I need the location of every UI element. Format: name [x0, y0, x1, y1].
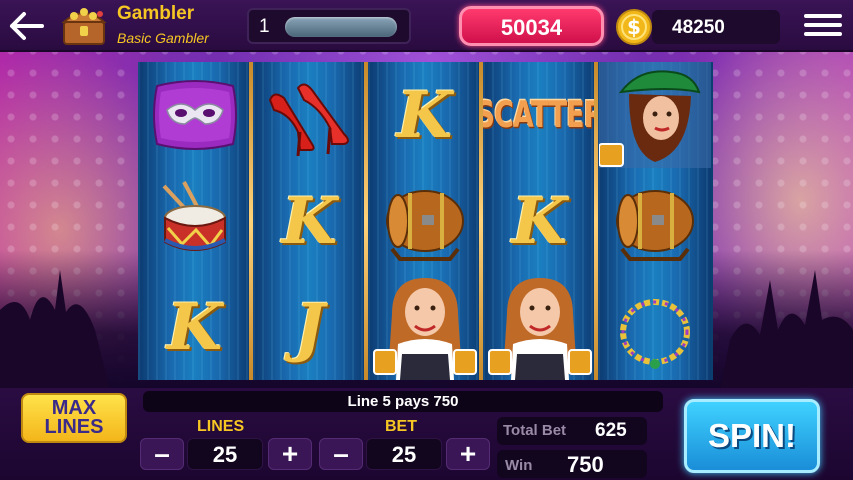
lines-value: 25 [187, 438, 263, 470]
symbol-k: K [166, 289, 223, 365]
coins-value: 48250 [672, 17, 725, 38]
symbol-drum [138, 168, 251, 274]
back-arrow-icon[interactable] [6, 10, 46, 42]
symbol-red-high-heels [253, 62, 366, 168]
lines-plus-button[interactable]: + [268, 438, 312, 470]
total-bet-box: Total Bet 625 [497, 417, 647, 445]
win-label: Win [505, 457, 533, 474]
symbol-mask-pillow [138, 62, 251, 168]
symbol-scatter: SCATTER [483, 62, 596, 168]
symbol-j: J [294, 289, 325, 365]
bet-plus-button[interactable]: + [446, 438, 490, 470]
symbol-beer-maid [368, 274, 481, 380]
symbol-beer-maid [483, 274, 596, 380]
bet-label: BET [385, 418, 417, 435]
lines-label: LINES [197, 418, 245, 435]
reel-2: K J [253, 62, 366, 380]
total-bet-value: 625 [595, 420, 627, 441]
spin-button[interactable]: SPIN! [684, 399, 820, 473]
svg-text:$: $ [627, 15, 641, 39]
symbol-k: K [281, 183, 338, 259]
symbol-bead-necklace [598, 274, 711, 380]
player-name: Gambler [117, 3, 195, 24]
reel-5 [598, 62, 711, 380]
scatter-label: SCATTER [483, 94, 596, 136]
max-lines-button[interactable]: MAX LINES [21, 393, 127, 443]
level-box[interactable]: 1 [247, 8, 411, 44]
player-rank: Basic Gambler [117, 30, 209, 46]
lines-minus-button[interactable]: – [140, 438, 184, 470]
gems-value: 50034 [500, 15, 563, 40]
win-box: Win 750 [497, 450, 647, 478]
reel-4: SCATTER K [483, 62, 596, 380]
bet-minus-button[interactable]: – [319, 438, 363, 470]
win-message: Line 5 pays 750 [143, 391, 663, 412]
reel-3: K [368, 62, 481, 380]
hamburger-menu-icon[interactable] [804, 10, 842, 42]
win-value: 750 [567, 452, 604, 477]
symbol-green-hat-lady [598, 62, 711, 168]
dollar-coin-icon[interactable]: $ [612, 8, 656, 46]
level-number: 1 [259, 16, 270, 37]
reels-area: K K J K CATTE K [138, 62, 713, 380]
treasure-chest-icon[interactable] [60, 2, 108, 48]
symbol-k: K [511, 183, 568, 259]
total-bet-label: Total Bet [503, 422, 567, 439]
symbol-k: K [396, 77, 453, 153]
symbol-beer-barrel [598, 168, 711, 274]
xp-progress-bar [285, 17, 397, 37]
gems-balance[interactable]: 50034 [459, 6, 604, 46]
symbol-beer-barrel [368, 168, 481, 274]
coins-balance[interactable]: 48250 [652, 10, 780, 44]
reel-1: K [138, 62, 251, 380]
bet-value: 25 [366, 438, 442, 470]
